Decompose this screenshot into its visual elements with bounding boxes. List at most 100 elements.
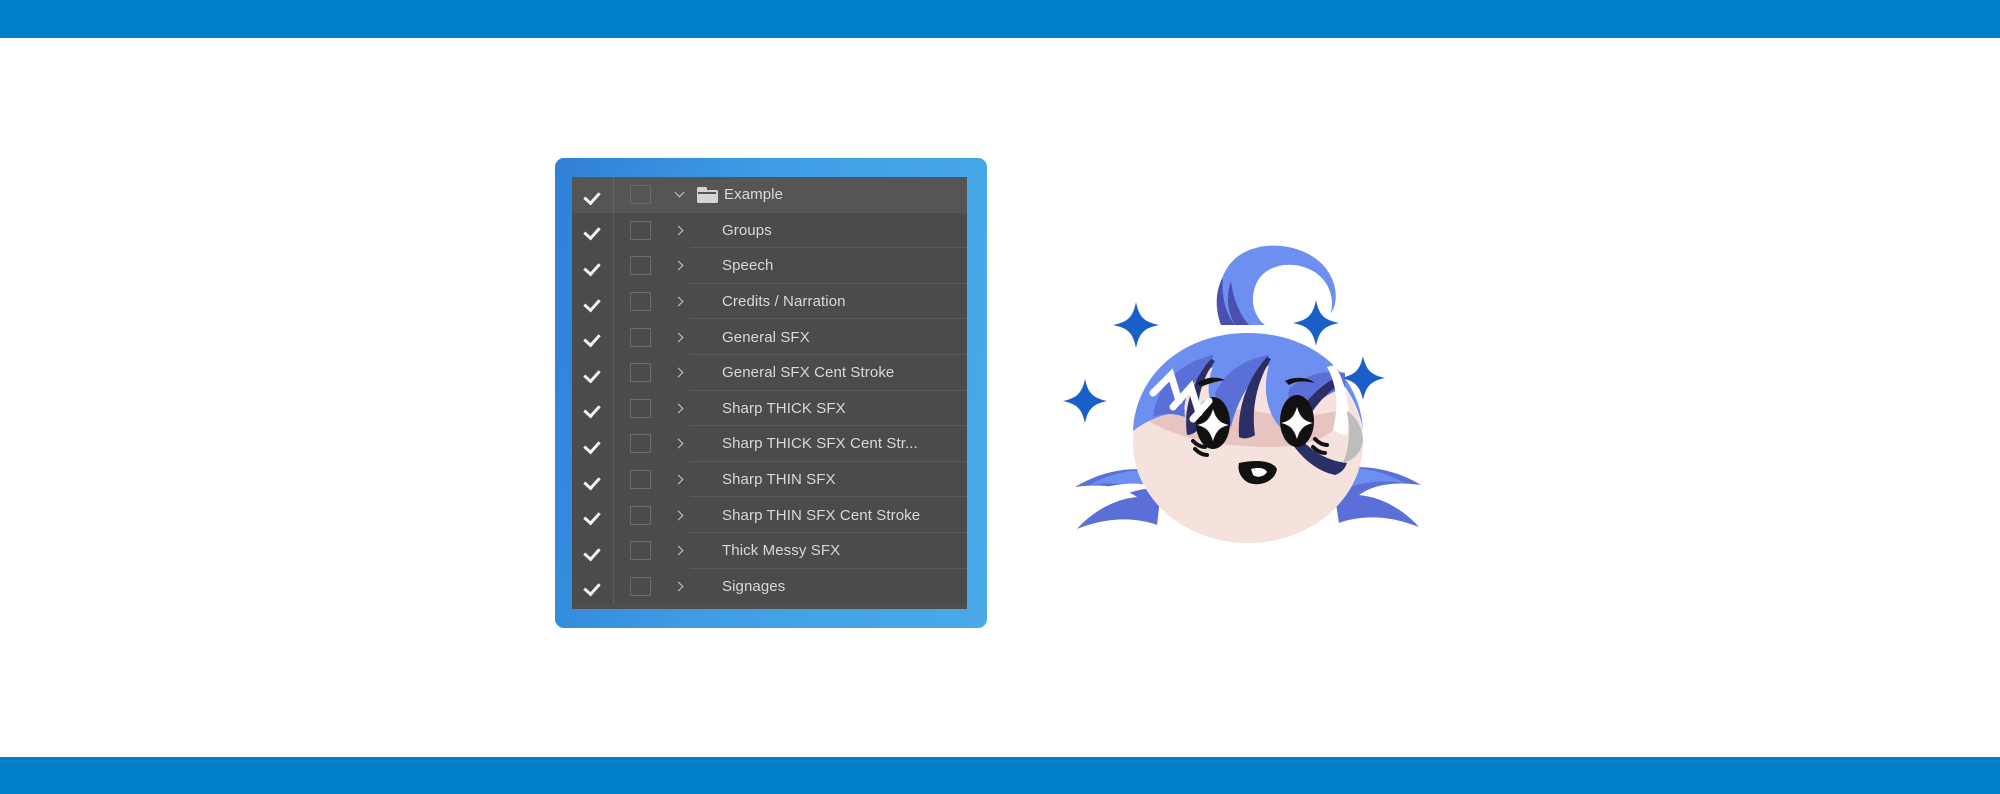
chevron-right-icon [673, 296, 683, 307]
layer-name-label: Example [724, 186, 784, 204]
check-icon [585, 294, 601, 310]
layer-name-label: Sharp THICK SFX Cent Str... [722, 435, 918, 453]
visibility-toggle[interactable] [572, 258, 613, 274]
expand-toggle[interactable] [666, 545, 692, 556]
chevron-right-icon [673, 545, 683, 556]
empty-checkbox-icon [629, 256, 651, 276]
top-banner [0, 0, 2000, 38]
visibility-toggle[interactable] [572, 294, 613, 310]
empty-checkbox-icon [629, 470, 651, 490]
check-icon [585, 578, 601, 594]
check-icon [585, 400, 601, 416]
expand-toggle[interactable] [666, 474, 692, 485]
expand-toggle[interactable] [666, 296, 692, 307]
layer-panel-list[interactable]: Example Groups Speech Credits / Narration Ge… [572, 177, 967, 609]
visibility-toggle[interactable] [572, 472, 613, 488]
chevron-down-icon [674, 187, 684, 198]
empty-checkbox-icon [629, 185, 651, 205]
layer-row[interactable]: Signages [572, 568, 967, 605]
layer-name-label: Sharp THIN SFX [722, 471, 836, 489]
check-icon [585, 472, 601, 488]
check-icon [585, 365, 601, 381]
empty-checkbox-icon [629, 541, 651, 561]
expand-toggle[interactable] [666, 261, 692, 271]
empty-checkbox-icon [629, 434, 651, 454]
visibility-toggle[interactable] [572, 365, 613, 381]
layer-row[interactable]: Sharp THIN SFX Cent Stroke [572, 497, 967, 533]
check-icon [585, 329, 601, 345]
layer-row[interactable]: General SFX Cent Stroke [572, 354, 967, 391]
lock-toggle[interactable] [614, 292, 666, 312]
empty-checkbox-icon [629, 220, 651, 240]
layer-name-label: Sharp THIN SFX Cent Stroke [722, 506, 921, 524]
expand-toggle[interactable] [666, 581, 692, 592]
layer-row[interactable]: Sharp THICK SFX Cent Str... [572, 426, 967, 462]
empty-checkbox-icon [629, 327, 651, 347]
layer-row[interactable]: Speech [572, 248, 967, 284]
lock-toggle[interactable] [614, 505, 666, 525]
visibility-toggle[interactable] [572, 222, 613, 238]
layer-row[interactable]: Sharp THICK SFX [572, 390, 967, 427]
chevron-right-icon [673, 581, 683, 592]
lock-toggle[interactable] [614, 576, 666, 596]
chevron-right-icon [673, 225, 683, 236]
bottom-banner [0, 757, 2000, 794]
folder-icon [692, 186, 722, 203]
lock-toggle[interactable] [614, 541, 666, 561]
check-icon [585, 543, 601, 559]
layer-row[interactable]: Example [572, 177, 967, 213]
layer-name-label: Speech [722, 257, 774, 275]
layer-name-label: Thick Messy SFX [722, 542, 841, 560]
empty-checkbox-icon [629, 398, 651, 418]
lock-toggle[interactable] [614, 434, 666, 454]
empty-checkbox-icon [629, 292, 651, 312]
layer-name-label: Groups [722, 221, 772, 239]
lock-toggle[interactable] [614, 220, 666, 240]
layer-row[interactable]: Sharp THIN SFX [572, 461, 967, 498]
empty-checkbox-icon [629, 576, 651, 596]
chevron-right-icon [673, 367, 683, 378]
visibility-toggle[interactable] [572, 400, 613, 416]
expand-toggle[interactable] [666, 225, 692, 236]
lock-toggle[interactable] [614, 185, 666, 205]
layer-row[interactable]: Groups [572, 212, 967, 249]
layer-row[interactable]: Thick Messy SFX [572, 532, 967, 569]
layer-name-label: Credits / Narration [722, 293, 846, 311]
chevron-right-icon [673, 332, 683, 343]
layer-name-label: General SFX Cent Stroke [722, 364, 895, 382]
lock-toggle[interactable] [614, 327, 666, 347]
layer-panel-frame: Example Groups Speech Credits / Narration Ge… [555, 158, 987, 628]
expand-toggle[interactable] [666, 403, 692, 414]
lock-toggle[interactable] [614, 256, 666, 276]
empty-checkbox-icon [629, 363, 651, 383]
lock-toggle[interactable] [614, 470, 666, 490]
layer-row[interactable]: General SFX [572, 319, 967, 355]
visibility-toggle[interactable] [572, 329, 613, 345]
layer-row[interactable]: Credits / Narration [572, 283, 967, 320]
chevron-right-icon [673, 510, 683, 521]
expand-toggle[interactable] [666, 187, 692, 198]
visibility-toggle[interactable] [572, 578, 613, 594]
expand-toggle[interactable] [666, 367, 692, 378]
visibility-toggle[interactable] [572, 507, 613, 523]
expand-toggle[interactable] [666, 510, 692, 521]
expand-toggle[interactable] [666, 439, 692, 449]
layer-name-label: Signages [722, 577, 786, 595]
expand-toggle[interactable] [666, 332, 692, 343]
layer-name-label: Sharp THICK SFX [722, 399, 846, 417]
chevron-right-icon [673, 403, 683, 414]
check-icon [585, 436, 601, 452]
chevron-right-icon [673, 261, 683, 271]
check-icon [585, 258, 601, 274]
check-icon [585, 187, 601, 203]
visibility-toggle[interactable] [572, 543, 613, 559]
empty-checkbox-icon [629, 505, 651, 525]
check-icon [585, 507, 601, 523]
visibility-toggle[interactable] [572, 436, 613, 452]
chibi-anime-head-illustration [1045, 225, 1445, 555]
lock-toggle[interactable] [614, 363, 666, 383]
lock-toggle[interactable] [614, 398, 666, 418]
visibility-toggle[interactable] [572, 187, 613, 203]
chevron-right-icon [673, 474, 683, 485]
layer-name-label: General SFX [722, 328, 810, 346]
